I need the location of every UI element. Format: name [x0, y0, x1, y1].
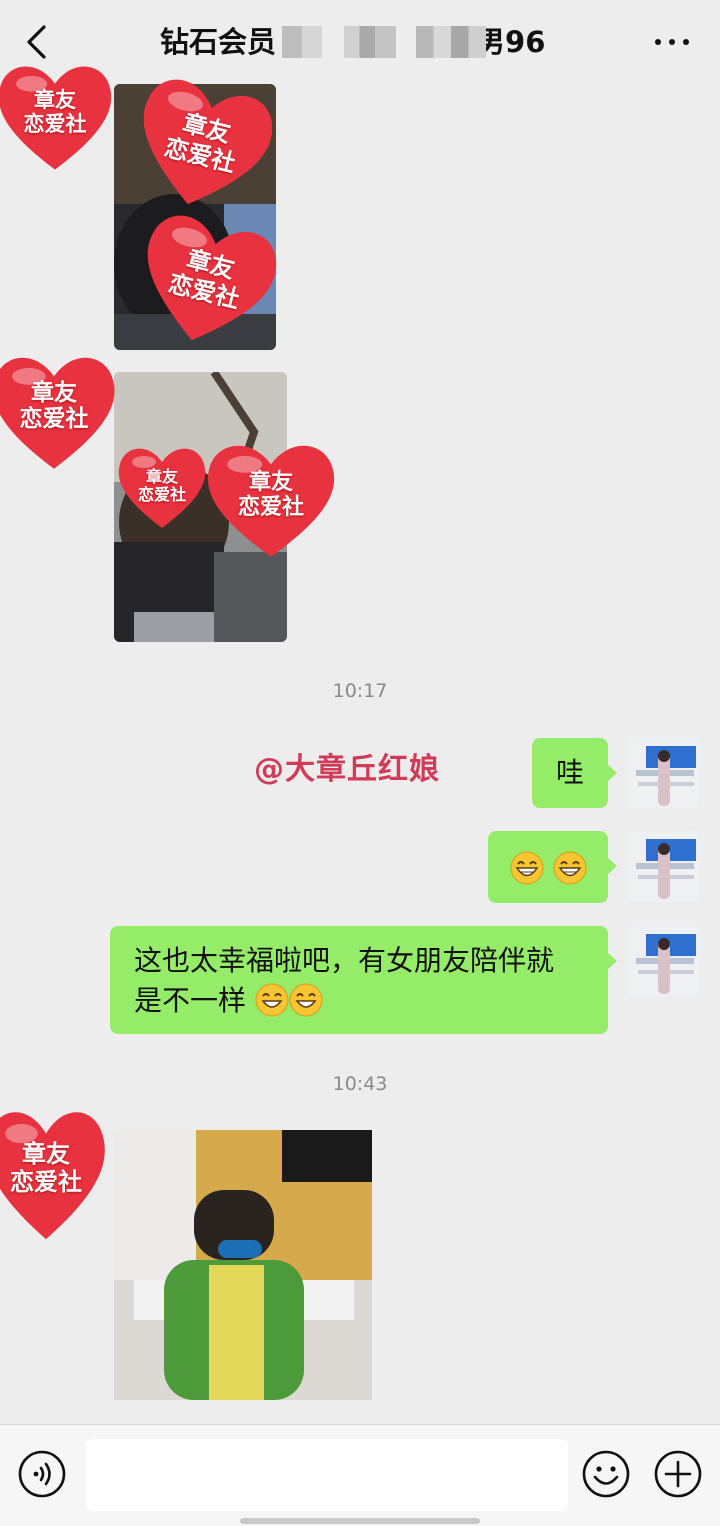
chat-photo[interactable] [114, 1130, 372, 1400]
mosaic-redaction [344, 26, 396, 58]
avatar-image [628, 831, 698, 901]
grinning-face-icon [553, 851, 587, 885]
message-input[interactable] [86, 1439, 568, 1511]
watermark-line2: 恋爱社 [23, 111, 87, 137]
message-timestamp: 10:17 [332, 680, 388, 702]
message-text-line: 是不一样 [134, 984, 247, 1017]
watermark-line1: 章友 [145, 467, 178, 486]
watermark-heart: 章友 恋爱社 [0, 1092, 114, 1252]
chat-title-prefix: 钻石会员 [160, 25, 277, 59]
watermark-line1: 章友 [31, 379, 77, 406]
message-text-line: 这也太幸福啦吧，有女朋友陪伴就 [134, 944, 555, 977]
watermark-heart: 章友 恋爱社 [198, 428, 344, 568]
avatar[interactable] [628, 738, 698, 808]
mosaic-redaction [282, 26, 322, 58]
avatar-image [628, 926, 698, 996]
mention-text: @大章丘红娘 [254, 752, 440, 787]
emoji-row [510, 849, 587, 889]
grinning-face-icon [510, 851, 544, 885]
message-bubble[interactable]: 哇 [532, 738, 617, 808]
message-text-line-2: 是不一样 [134, 981, 554, 1021]
home-indicator [240, 1518, 480, 1524]
avatar[interactable] [628, 831, 698, 901]
watermark-line1: 章友 [248, 469, 293, 495]
plus-icon[interactable] [654, 1450, 702, 1498]
watermark-line2: 恋爱社 [19, 405, 89, 433]
watermark-line2: 恋爱社 [137, 485, 186, 505]
message-text: 哇 [556, 756, 585, 789]
message-bubble[interactable] [488, 831, 617, 903]
photo-image [114, 1130, 372, 1400]
message-text-block: 这也太幸福啦吧，有女朋友陪伴就 是不一样 [134, 941, 554, 1021]
watermark-line2: 恋爱社 [10, 1166, 82, 1196]
chat-title-suffix: 男96 [476, 25, 546, 59]
avatar[interactable] [628, 926, 698, 996]
mosaic-redaction [416, 26, 486, 58]
smiling-face-icon [289, 983, 323, 1017]
message-bubble[interactable]: 这也太幸福啦吧，有女朋友陪伴就 是不一样 [110, 926, 617, 1034]
watermark-heart: 章友 恋爱社 [0, 50, 120, 180]
chat-title: 钻石会员 男96 [160, 22, 580, 62]
watermark-heart: 章友 恋爱社 [112, 436, 212, 536]
emoji-icon[interactable] [582, 1450, 630, 1498]
avatar-image [628, 738, 698, 808]
watermark-heart: 章友 恋爱社 [0, 340, 124, 480]
watermark-line1: 章友 [22, 1139, 70, 1168]
watermark-line1: 章友 [34, 87, 76, 112]
watermark-line2: 恋爱社 [237, 494, 304, 521]
smiling-face-icon [255, 983, 289, 1017]
voice-icon[interactable] [18, 1450, 66, 1498]
more-dots-icon[interactable] [652, 28, 692, 56]
input-bar [0, 1424, 720, 1526]
